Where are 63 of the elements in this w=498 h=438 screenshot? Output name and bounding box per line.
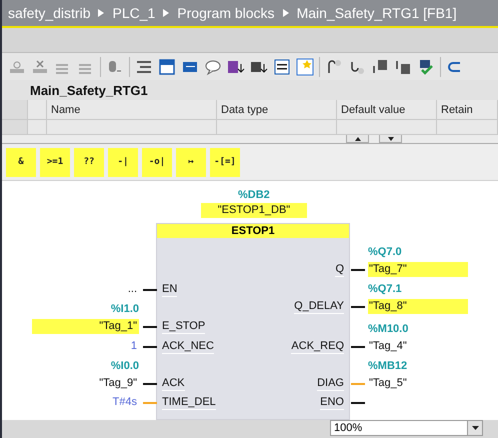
operand-address: %I1.0 (110, 303, 139, 315)
output-pin: Q_DELAY (294, 299, 344, 314)
instruction-button[interactable]: -o| (142, 148, 172, 176)
input-pin: E_STOP (162, 319, 206, 334)
scroll-down-button[interactable] (379, 135, 402, 143)
wire (143, 383, 157, 385)
row-header-cell (2, 100, 28, 120)
instance-address: %DB2 (238, 189, 270, 201)
input-pin: ACK_NEC (162, 339, 214, 354)
wire (143, 402, 157, 404)
checkmark-icon[interactable] (417, 58, 435, 76)
operand[interactable]: "Tag_4" (368, 339, 407, 354)
operand[interactable]: "Tag_1" (32, 319, 139, 334)
chevron-icon (98, 9, 104, 17)
operand-address: %Q7.0 (368, 246, 402, 258)
wire (351, 402, 365, 404)
wire (351, 383, 365, 385)
instruction-button[interactable]: ?? (74, 148, 104, 176)
instance-name[interactable]: "ESTOP1_DB" (201, 203, 307, 218)
wire (143, 289, 157, 291)
wire (143, 326, 157, 328)
output-pin: ACK_REQ (291, 339, 344, 354)
row-header-cell (2, 120, 28, 135)
output-pin: DIAG (317, 376, 344, 391)
instruction-button[interactable]: ↦ (176, 148, 206, 176)
speech-bubble-icon[interactable] (204, 58, 222, 76)
panel-icon[interactable] (158, 58, 176, 76)
wire (351, 346, 365, 348)
instruction-button[interactable]: -[=] (210, 148, 240, 176)
block-name: ESTOP1 (157, 224, 349, 238)
operand[interactable]: "Tag_9" (99, 376, 139, 391)
block-title: Main_Safety_RTG1 (2, 80, 498, 100)
output-pin: ENO (320, 395, 344, 410)
input-pin: EN (162, 282, 178, 297)
operand[interactable]: T#4s (112, 395, 139, 410)
chevron-icon (282, 9, 289, 17)
scroll-up-button[interactable] (346, 135, 369, 143)
function-block[interactable] (156, 223, 350, 420)
operand[interactable]: 1 (130, 339, 139, 354)
wire (143, 346, 157, 348)
up-arrow-icon (354, 136, 360, 140)
operand[interactable]: ... (128, 282, 139, 297)
caret-icon (472, 426, 478, 430)
operand[interactable]: "Tag_7" (368, 262, 468, 277)
zoom-dropdown[interactable]: 100% (330, 420, 483, 436)
operand-address: %MB12 (368, 360, 408, 372)
list-icon[interactable] (273, 58, 291, 76)
chevron-icon (163, 9, 170, 17)
instruction-button[interactable]: & (6, 148, 36, 176)
instruction-button[interactable]: >=1 (40, 148, 70, 176)
operand-address: %M10.0 (368, 323, 408, 335)
instruction-button[interactable]: -| (108, 148, 138, 176)
wire (351, 269, 365, 271)
wire (351, 306, 365, 308)
input-pin: ACK (162, 376, 185, 391)
output-pin: Q (335, 262, 344, 277)
down-arrow-icon (388, 136, 394, 140)
operand-address: %I0.0 (110, 360, 139, 372)
input-pin: TIME_DEL (162, 395, 216, 410)
operand[interactable]: "Tag_5" (368, 376, 407, 391)
panel-icon[interactable] (371, 58, 389, 76)
operand-address: %Q7.1 (368, 283, 402, 295)
operand[interactable]: "Tag_8" (368, 299, 468, 314)
